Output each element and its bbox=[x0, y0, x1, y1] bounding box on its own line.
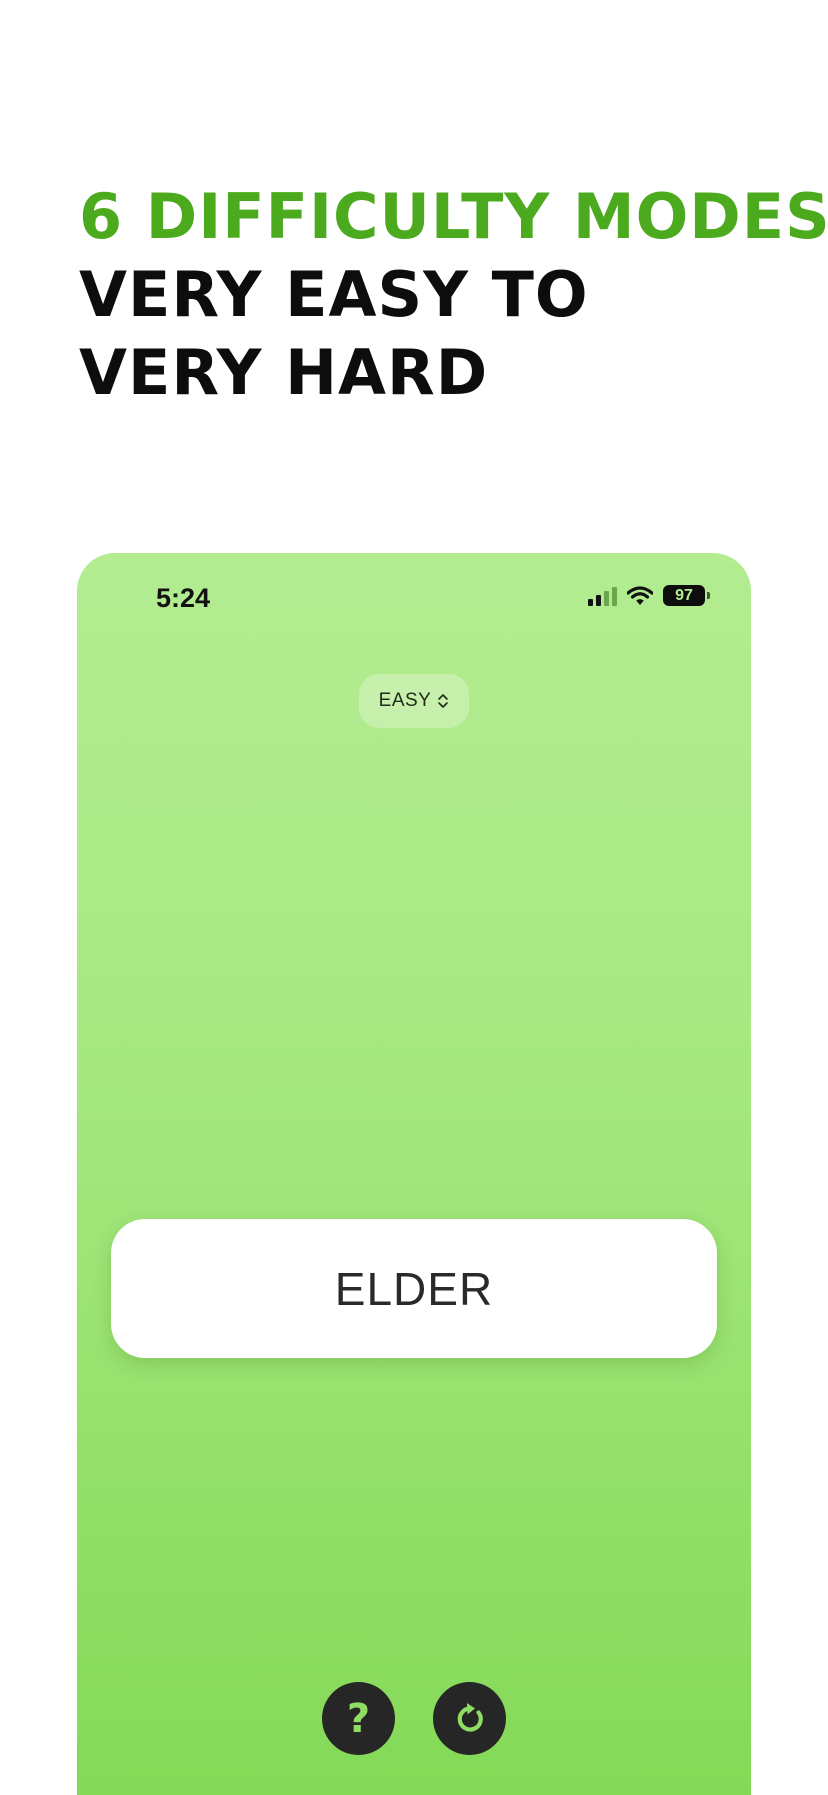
battery-icon: 97 bbox=[663, 585, 710, 606]
promo-heading: 6 DIFFICULTY MODES VERY EASY TO VERY HAR… bbox=[79, 178, 828, 412]
restart-arrow-icon bbox=[457, 1702, 483, 1732]
wifi-icon bbox=[627, 585, 653, 605]
question-mark-icon: ? bbox=[346, 1695, 371, 1742]
word-card[interactable]: ELDER bbox=[111, 1219, 717, 1358]
promo-headline-range-end: VERY HARD bbox=[79, 336, 489, 409]
current-word: ELDER bbox=[334, 1262, 494, 1315]
status-time: 5:24 bbox=[156, 583, 211, 613]
promo-headline-range-start: VERY EASY TO bbox=[79, 258, 589, 331]
promo-headline-modes: 6 DIFFICULTY MODES bbox=[79, 180, 828, 253]
restart-button[interactable] bbox=[433, 1682, 506, 1755]
difficulty-picker[interactable]: EASY bbox=[359, 674, 469, 728]
phone-screen: 5:24 97 EASY ELDER ? bbox=[77, 553, 751, 1795]
cellular-signal-icon bbox=[588, 586, 617, 606]
difficulty-label: EASY bbox=[378, 690, 432, 711]
chevron-updown-icon bbox=[437, 692, 449, 710]
status-indicators: 97 bbox=[588, 585, 710, 606]
help-button[interactable]: ? bbox=[322, 1682, 395, 1755]
